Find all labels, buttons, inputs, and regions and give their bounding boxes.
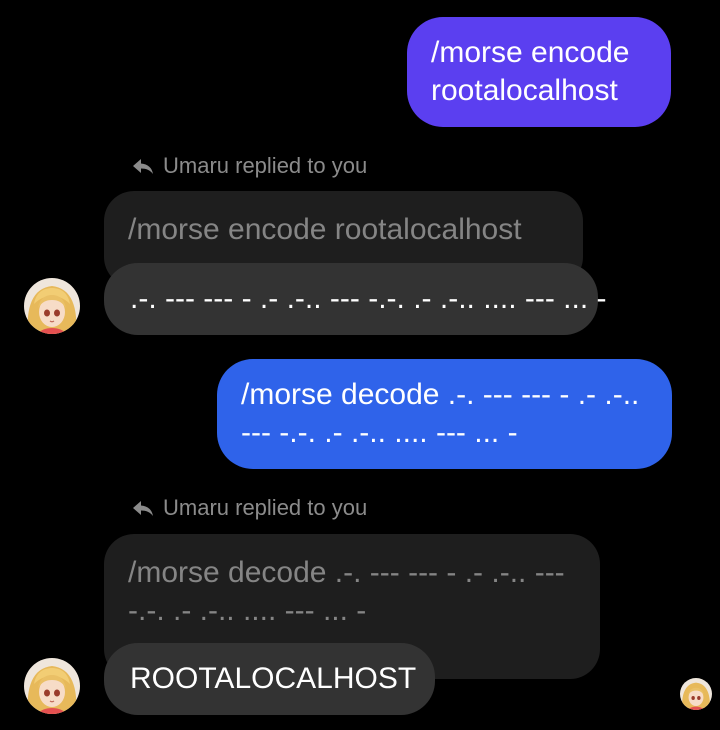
sent-message-decode[interactable]: /morse decode .-. --- --- - .- .-.. --- … — [217, 359, 672, 469]
reply-indicator: Umaru replied to you — [131, 151, 367, 181]
received-message-decoded[interactable]: ROOTALOCALHOST — [104, 643, 435, 715]
anime-girl-avatar-icon — [680, 678, 712, 710]
reply-arrow-icon — [133, 501, 153, 516]
received-message-morse[interactable]: .-. --- --- - .- .-.. --- -.-. .- .-.. .… — [104, 263, 607, 335]
read-receipt-avatar — [680, 678, 712, 710]
reply-label-text: Umaru replied to you — [163, 153, 368, 178]
reply-indicator: Umaru replied to you — [131, 493, 367, 523]
avatar[interactable] — [24, 658, 80, 714]
avatar[interactable] — [24, 278, 80, 334]
anime-girl-avatar-icon — [24, 658, 80, 714]
sent-message-encode[interactable]: /morse encode rootalocalhost — [407, 17, 671, 127]
anime-girl-avatar-icon — [24, 278, 80, 334]
reply-arrow-icon — [133, 159, 153, 174]
reply-label-text: Umaru replied to you — [163, 495, 368, 520]
